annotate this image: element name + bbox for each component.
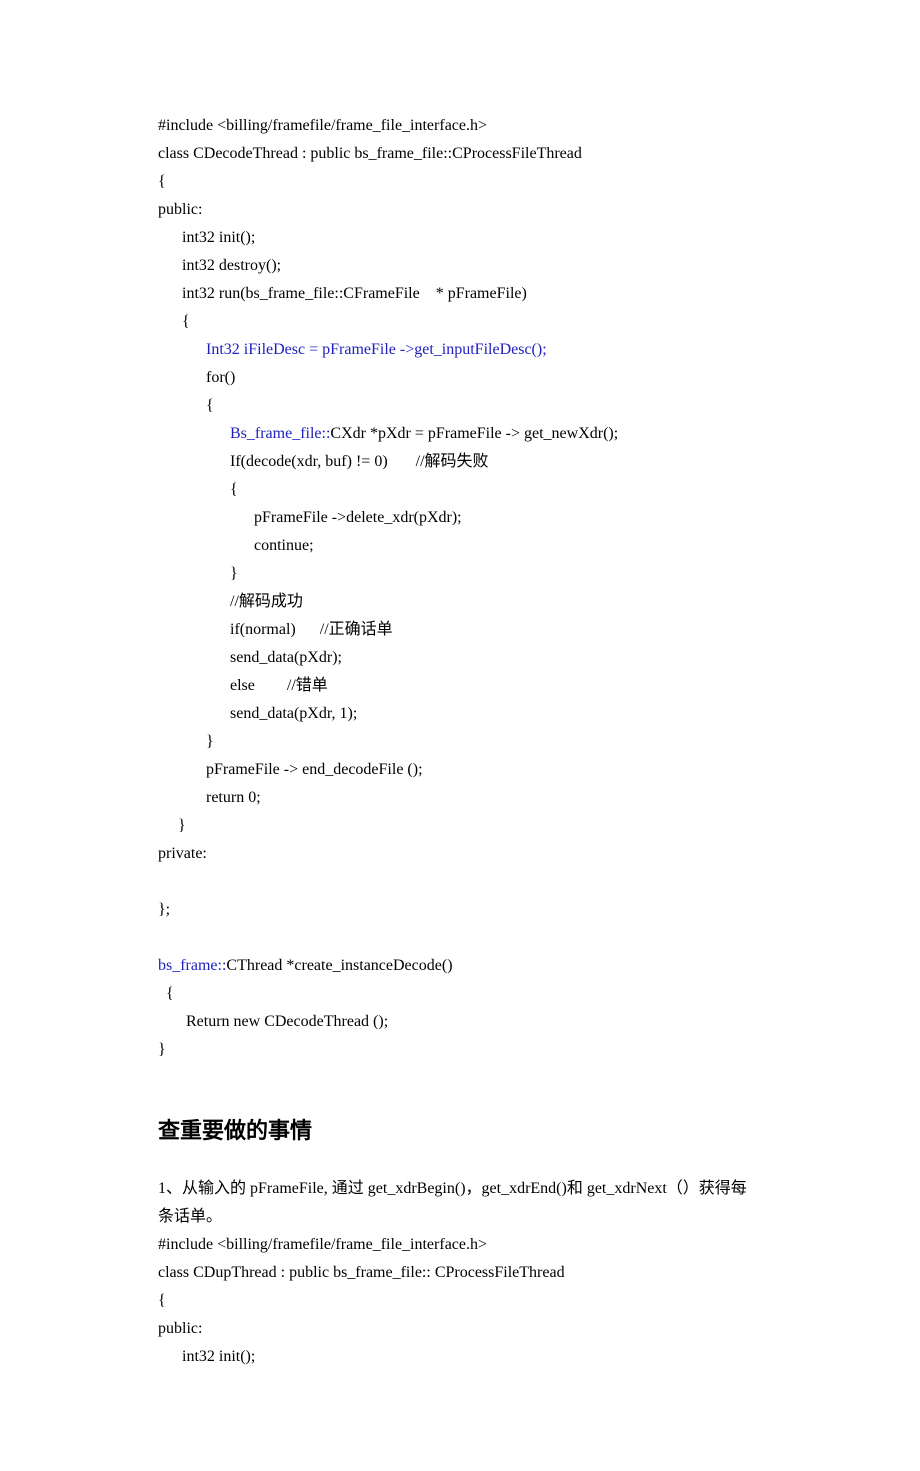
code-line xyxy=(158,341,206,358)
code-highlight: Bs_frame_file:: xyxy=(230,425,330,442)
code-line: int32 run(bs_frame_file::CFrameFile * pF… xyxy=(158,285,527,302)
code-line: } xyxy=(158,817,186,834)
code-line: int32 init(); xyxy=(158,1348,255,1365)
code-line: } xyxy=(158,1041,166,1058)
code-line: #include <billing/framefile/frame_file_i… xyxy=(158,1236,487,1253)
paragraph: 1、从输入的 pFrameFile, 通过 get_xdrBegin()，get… xyxy=(158,1175,762,1231)
code-line: Return new CDecodeThread (); xyxy=(158,1013,388,1030)
code-line: } xyxy=(158,565,238,582)
code-block-1: #include <billing/framefile/frame_file_i… xyxy=(158,112,762,1064)
code-highlight: Int32 iFileDesc = pFrameFile ->get_input… xyxy=(206,341,547,358)
code-line: CThread *create_instanceDecode() xyxy=(226,957,452,974)
code-line: private: xyxy=(158,845,207,862)
code-line: pFrameFile ->delete_xdr(pXdr); xyxy=(158,509,462,526)
code-line: int32 destroy(); xyxy=(158,257,281,274)
code-highlight: bs_frame:: xyxy=(158,957,226,974)
code-line: { xyxy=(158,481,238,498)
code-line: }; xyxy=(158,901,170,918)
code-line: If(decode(xdr, buf) != 0) //解码失败 xyxy=(158,453,489,470)
code-line: send_data(pXdr); xyxy=(158,649,342,666)
code-line: public: xyxy=(158,1320,202,1337)
code-line: { xyxy=(158,1292,166,1309)
code-line: class CDecodeThread : public bs_frame_fi… xyxy=(158,145,582,162)
code-line: { xyxy=(158,985,174,1002)
code-line: class CDupThread : public bs_frame_file:… xyxy=(158,1264,565,1281)
code-line: return 0; xyxy=(158,789,261,806)
section-heading: 查重要做的事情 xyxy=(158,1112,762,1151)
document-page: #include <billing/framefile/frame_file_i… xyxy=(0,0,920,1471)
code-line: int32 init(); xyxy=(158,229,255,246)
code-line: send_data(pXdr, 1); xyxy=(158,705,357,722)
code-line: } xyxy=(158,733,214,750)
code-line: { xyxy=(158,313,190,330)
code-line: pFrameFile -> end_decodeFile (); xyxy=(158,761,423,778)
code-block-2: #include <billing/framefile/frame_file_i… xyxy=(158,1231,762,1371)
code-line: else //错单 xyxy=(158,677,328,694)
code-line: { xyxy=(158,397,214,414)
code-line xyxy=(158,425,230,442)
code-line: { xyxy=(158,173,166,190)
code-line: public: xyxy=(158,201,202,218)
code-line: if(normal) //正确话单 xyxy=(158,621,393,638)
code-line: continue; xyxy=(158,537,314,554)
code-line: CXdr *pXdr = pFrameFile -> get_newXdr(); xyxy=(330,425,618,442)
code-line: #include <billing/framefile/frame_file_i… xyxy=(158,117,487,134)
code-line: for() xyxy=(158,369,235,386)
code-line: //解码成功 xyxy=(158,593,303,610)
